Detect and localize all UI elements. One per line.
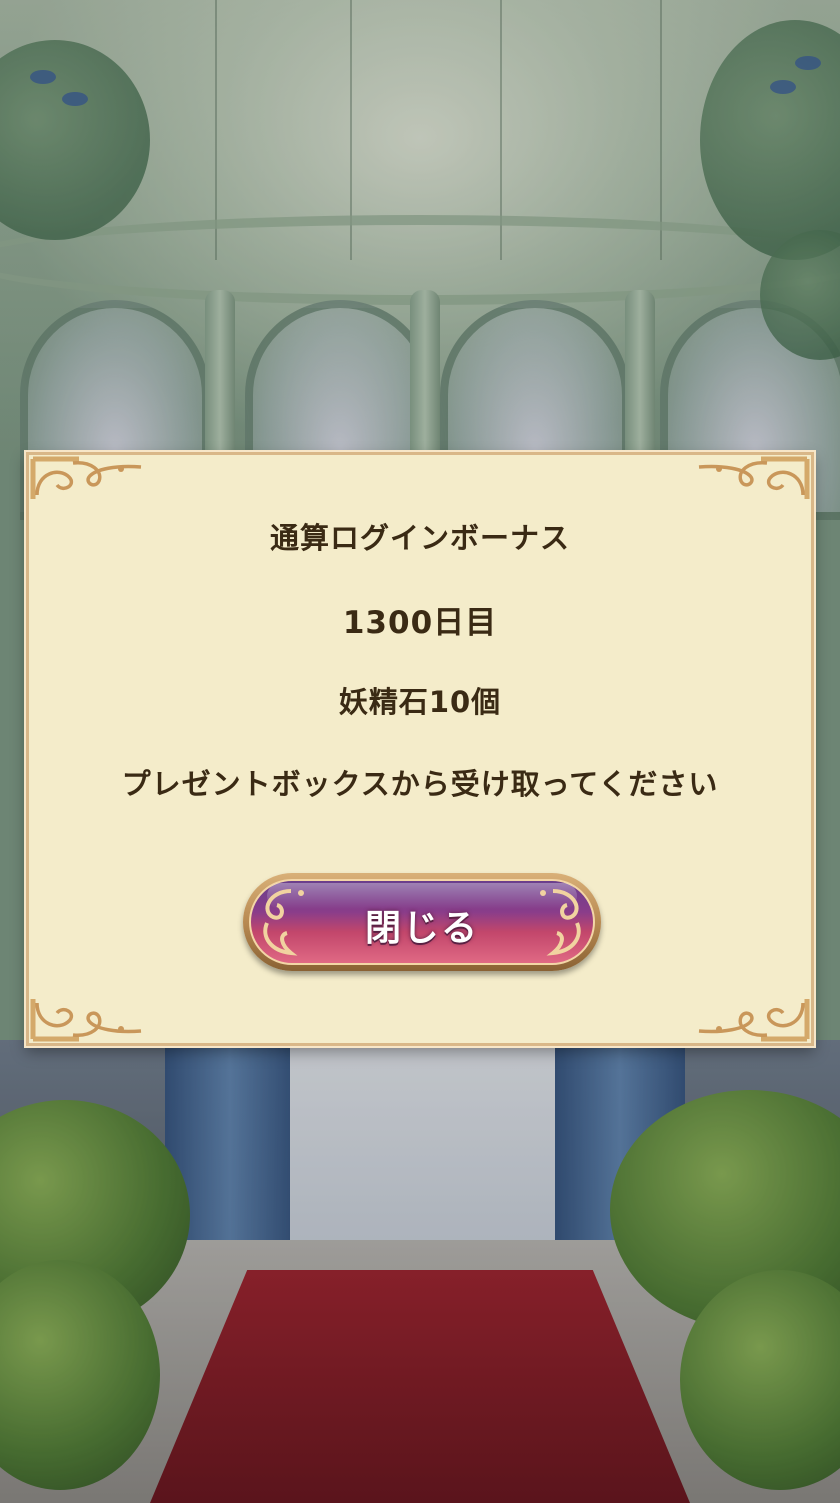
gold-scroll-ornament-icon	[30, 456, 142, 499]
login-day-count: 1300日目	[342, 605, 498, 641]
close-button[interactable]: 閉じる	[243, 873, 601, 971]
dialog-title: 通算ログインボーナス	[269, 521, 570, 555]
reward-text: 妖精石10個	[338, 685, 502, 719]
gold-scroll-ornament-icon	[698, 456, 810, 499]
close-button-label: 閉じる	[364, 908, 479, 949]
gold-scroll-ornament-icon	[698, 999, 810, 1042]
game-screen: 通算ログインボーナス 1300日目 妖精石10個 プレゼントボックスから受け取っ…	[0, 0, 840, 1503]
login-bonus-dialog: 通算ログインボーナス 1300日目 妖精石10個 プレゼントボックスから受け取っ…	[26, 452, 814, 1046]
present-box-notice: プレゼントボックスから受け取ってください	[121, 767, 719, 801]
gold-scroll-ornament-icon	[30, 999, 142, 1042]
